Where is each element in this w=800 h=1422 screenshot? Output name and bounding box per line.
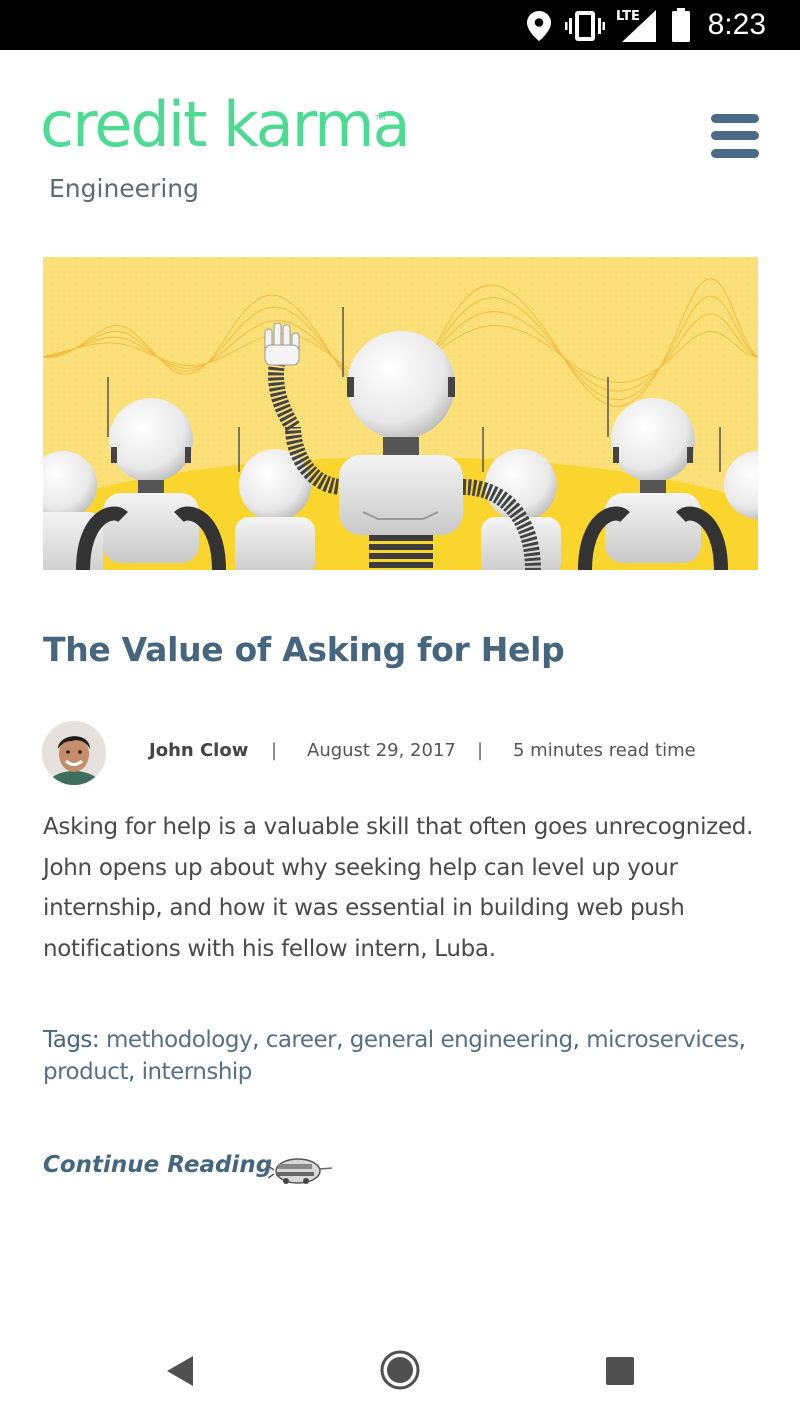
status-bar: LTE 8:23 [0,0,800,50]
robots-illustration [43,257,758,570]
vibrate-icon [565,11,605,41]
signal-icon [622,10,656,42]
tag-link[interactable]: internship [142,1059,253,1085]
post-date: August 29, 2017 [307,740,456,761]
credit-karma-logo[interactable]: credit karma [40,94,411,156]
meta-separator: | [477,740,484,761]
tag-link[interactable]: general engineering [350,1027,573,1053]
read-time: 5 minutes read time [513,740,696,761]
author-photo [42,721,106,785]
location-icon [527,11,551,41]
meta-separator: | [271,740,278,761]
continue-reading-link[interactable]: Continue Reading [43,1152,272,1178]
subbrand-label: Engineering [49,174,199,203]
battery-icon [672,8,690,42]
tag-link[interactable]: career [266,1027,337,1053]
hero-image[interactable] [43,257,758,570]
tags-list: Tags: methodology, career, general engin… [43,1027,746,1085]
post-title-link[interactable]: The Value of Asking for Help [43,630,565,669]
logo-trademark: TM [375,114,386,122]
spaceship-icon[interactable] [268,1154,334,1190]
author-name[interactable]: John Clow [149,740,248,761]
tags-label: Tags: [43,1027,100,1053]
clock: 8:23 [707,8,766,41]
hamburger-menu-icon[interactable] [711,114,759,160]
tag-link[interactable]: product [43,1059,128,1085]
post-excerpt: Asking for help is a valuable skill that… [43,814,754,962]
recents-icon[interactable] [606,1357,634,1385]
android-nav-bar [0,1322,800,1422]
tag-link[interactable]: microservices [586,1027,739,1053]
author-avatar[interactable] [42,721,106,785]
back-icon[interactable] [167,1356,195,1386]
tag-link[interactable]: methodology [106,1027,253,1053]
home-icon[interactable] [379,1349,421,1391]
